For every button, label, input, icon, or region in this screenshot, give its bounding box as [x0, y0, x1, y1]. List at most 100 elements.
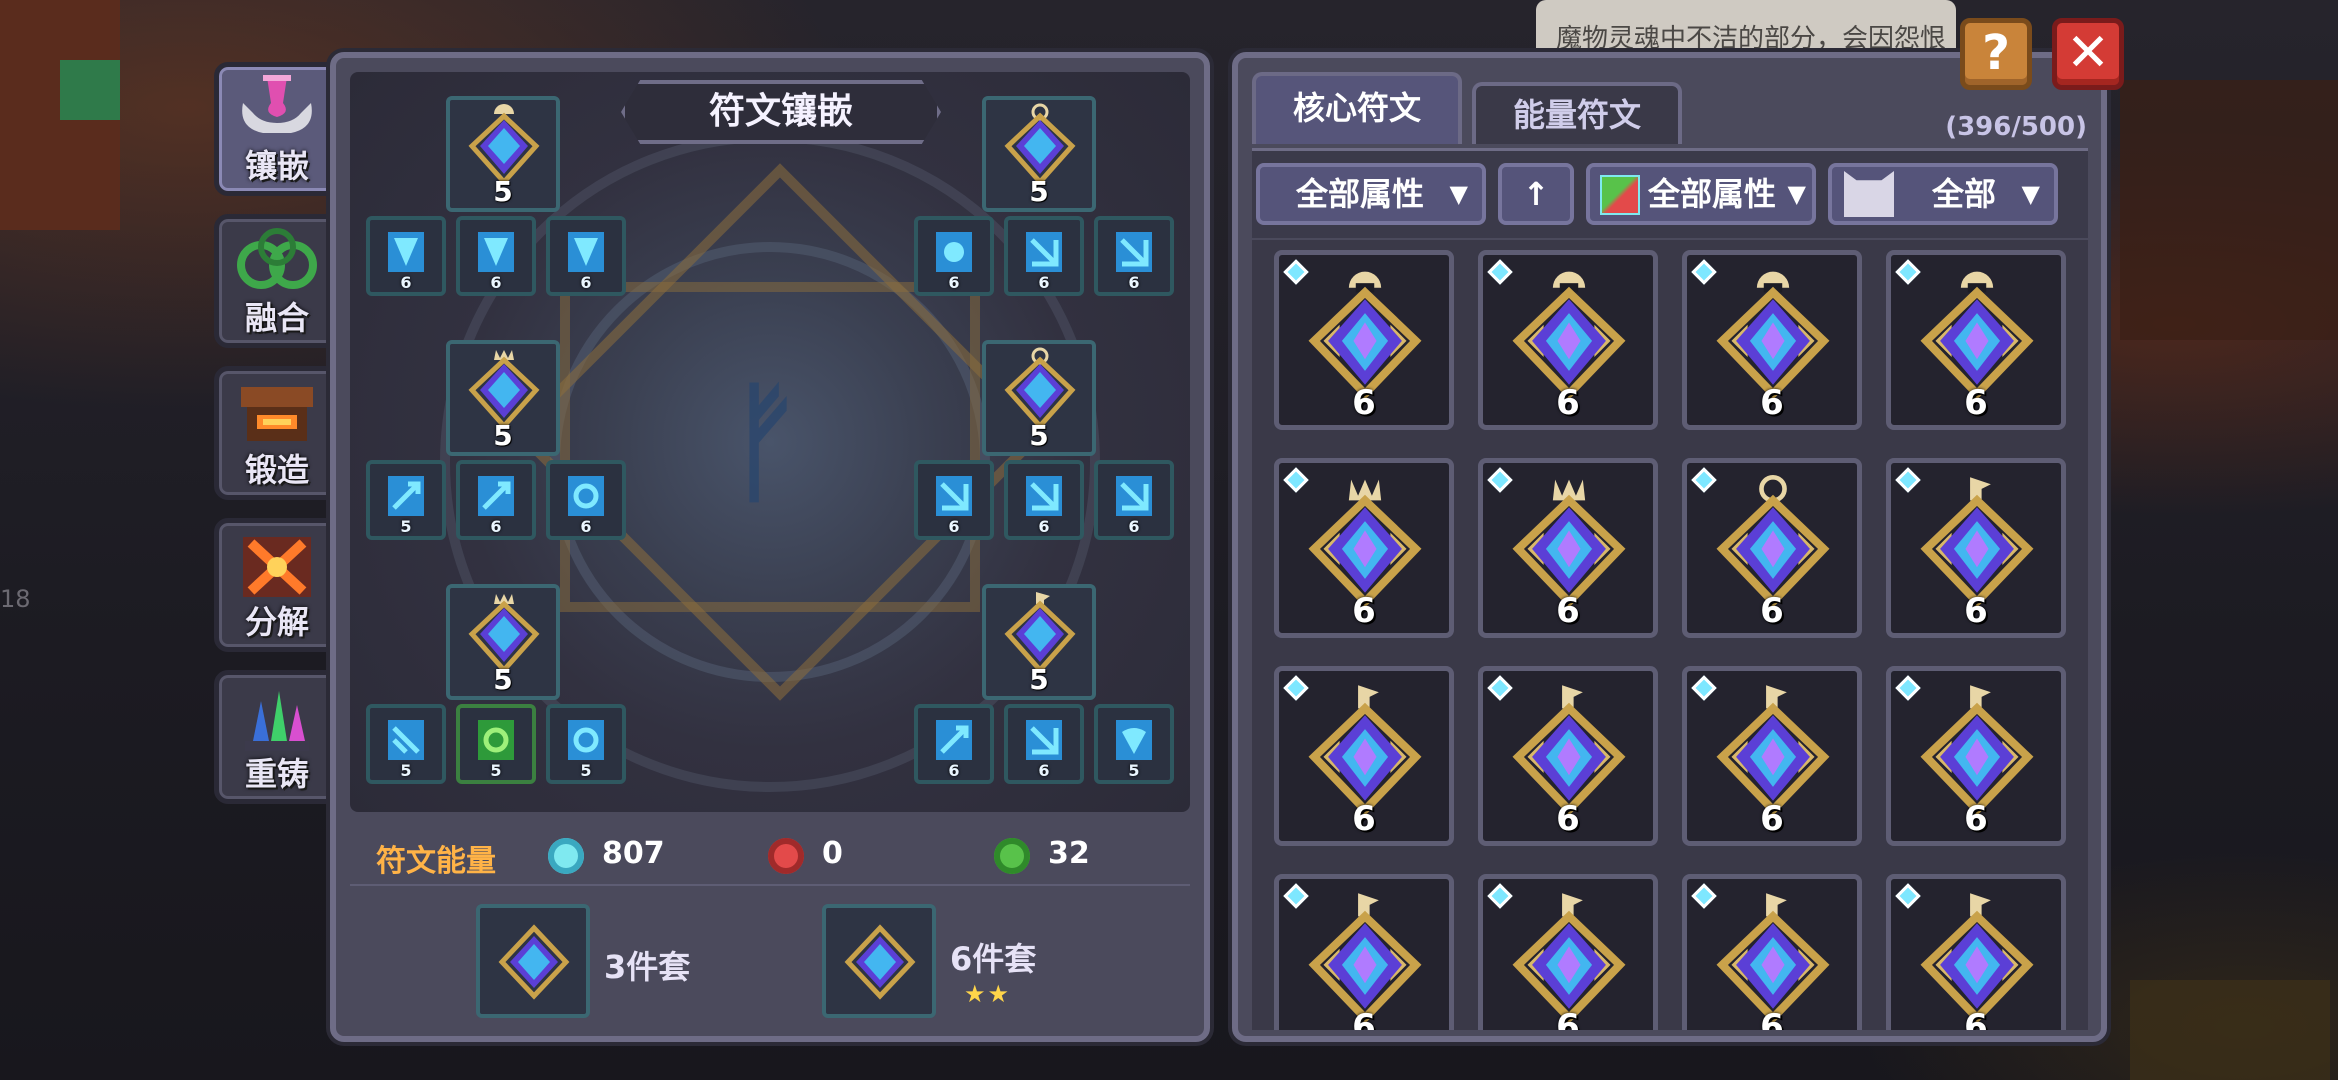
- set-bonus-stars: ★★: [964, 980, 1012, 1008]
- inventory-rune-cell[interactable]: 6: [1886, 874, 2066, 1030]
- green-energy-icon: [994, 838, 1030, 874]
- energy-rune-level: 6: [1038, 517, 1050, 536]
- energy-rune-level: 6: [400, 273, 412, 292]
- energy-rune-level: 5: [400, 517, 412, 536]
- sort-order-button[interactable]: ↑: [1498, 163, 1574, 225]
- energy-rune-slot[interactable]: 5: [456, 704, 536, 784]
- help-button[interactable]: ?: [1960, 18, 2032, 90]
- energy-rune-icon: [936, 232, 972, 272]
- background-prop: [2120, 80, 2338, 340]
- energy-rune-slot[interactable]: 6: [914, 216, 994, 296]
- inventory-count: (396/500): [1945, 112, 2087, 142]
- arrow-up-icon: ↑: [1522, 175, 1550, 213]
- inventory-rune-level: 6: [1352, 1007, 1376, 1030]
- type-filter-label: 全部: [1932, 175, 1997, 213]
- side-tab-fusion[interactable]: 融合: [214, 214, 340, 348]
- inventory-rune-level: 6: [1964, 591, 1988, 631]
- energy-rune-slot[interactable]: 6: [456, 460, 536, 540]
- filter-bar: 全部属性 ▼ ↑ 全部属性 ▼ 全部 ▼: [1252, 148, 2088, 238]
- core-rune-slot[interactable]: 5: [982, 584, 1096, 700]
- energy-rune-icon: [936, 476, 972, 516]
- energy-rune-icon: [568, 232, 604, 272]
- side-tab-forge[interactable]: 锻造: [214, 366, 340, 500]
- energy-rune-slot[interactable]: 6: [1094, 216, 1174, 296]
- inventory-rune-cell[interactable]: 6: [1478, 250, 1658, 430]
- energy-rune-slot[interactable]: 6: [1094, 460, 1174, 540]
- energy-rune-slot[interactable]: 6: [366, 216, 446, 296]
- energy-rune-level: 5: [1128, 761, 1140, 780]
- red-energy-icon: [768, 838, 804, 874]
- core-rune-slot[interactable]: 5: [982, 96, 1096, 212]
- chevron-down-icon: ▼: [1787, 180, 1806, 208]
- inventory-rune-cell[interactable]: 6: [1274, 458, 1454, 638]
- tab-core-runes[interactable]: 核心符文: [1252, 72, 1462, 144]
- energy-rune-slot[interactable]: 6: [1004, 216, 1084, 296]
- energy-rune-level: 5: [580, 761, 592, 780]
- energy-rune-icon: [1026, 720, 1062, 760]
- core-rune-level: 5: [1029, 419, 1049, 452]
- rune-inlay-panel: ᚠ 符文镶嵌 5 5 5 5 5 5 6 6 6 6 6 6 5 6 6 6 6…: [330, 52, 1210, 1042]
- inventory-rune-cell[interactable]: 6: [1886, 458, 2066, 638]
- inventory-rune-level: 6: [1964, 799, 1988, 839]
- set-bonus-3-slot[interactable]: [476, 904, 590, 1018]
- energy-rune-level: 6: [1128, 517, 1140, 536]
- core-rune-slot[interactable]: 5: [446, 96, 560, 212]
- side-tab-inlay[interactable]: 镶嵌: [214, 62, 340, 196]
- energy-rune-slot[interactable]: 5: [366, 460, 446, 540]
- side-tab-recast[interactable]: 重铸: [214, 670, 340, 804]
- core-rune-level: 5: [1029, 663, 1049, 696]
- energy-rune-slot[interactable]: 5: [1094, 704, 1174, 784]
- background-notice: 魔物灵魂中不洁的部分，会因怨恨: [1536, 0, 1956, 60]
- inventory-rune-level: 6: [1352, 591, 1376, 631]
- energy-rune-icon: [478, 232, 514, 272]
- inventory-rune-cell[interactable]: 6: [1682, 874, 1862, 1030]
- energy-rune-level: 6: [490, 273, 502, 292]
- inventory-rune-cell[interactable]: 6: [1886, 666, 2066, 846]
- background-prop: [2130, 980, 2330, 1080]
- energy-rune-slot[interactable]: 6: [914, 460, 994, 540]
- core-rune-slot[interactable]: 5: [982, 340, 1096, 456]
- inventory-rune-level: 6: [1556, 1007, 1580, 1030]
- energy-rune-slot[interactable]: 6: [1004, 704, 1084, 784]
- inventory-rune-cell[interactable]: 6: [1682, 666, 1862, 846]
- core-rune-slot[interactable]: 5: [446, 340, 560, 456]
- type-filter-dropdown[interactable]: 全部 ▼: [1828, 163, 2058, 225]
- core-rune-slot[interactable]: 5: [446, 584, 560, 700]
- side-tab-dismantle[interactable]: 分解: [214, 518, 340, 652]
- energy-rune-level: 6: [948, 761, 960, 780]
- inventory-rune-cell[interactable]: 6: [1478, 458, 1658, 638]
- rune-inventory-panel: 核心符文 能量符文 (396/500) 全部属性 ▼ ↑ 全部属性 ▼ 全部 ▼…: [1232, 52, 2107, 1042]
- attribute-filter-dropdown[interactable]: 全部属性 ▼: [1256, 163, 1486, 225]
- energy-rune-icon: [388, 476, 424, 516]
- color-attribute-filter-dropdown[interactable]: 全部属性 ▼: [1586, 163, 1816, 225]
- inventory-rune-cell[interactable]: 6: [1682, 458, 1862, 638]
- energy-rune-icon: [1116, 232, 1152, 272]
- energy-rune-slot[interactable]: 6: [914, 704, 994, 784]
- inventory-rune-level: 6: [1964, 1007, 1988, 1030]
- inventory-rune-cell[interactable]: 6: [1478, 874, 1658, 1030]
- energy-rune-slot[interactable]: 5: [546, 704, 626, 784]
- energy-rune-slot[interactable]: 6: [546, 460, 626, 540]
- background-number: 18: [0, 585, 31, 613]
- background-prop: [60, 60, 120, 120]
- energy-rune-level: 6: [1038, 273, 1050, 292]
- inventory-rune-level: 6: [1760, 799, 1784, 839]
- core-rune-level: 5: [1029, 175, 1049, 208]
- tab-energy-runes[interactable]: 能量符文: [1472, 82, 1682, 144]
- energy-rune-slot[interactable]: 6: [456, 216, 536, 296]
- inventory-rune-level: 6: [1760, 591, 1784, 631]
- inventory-rune-cell[interactable]: 6: [1478, 666, 1658, 846]
- inventory-rune-cell[interactable]: 6: [1682, 250, 1862, 430]
- inventory-rune-cell[interactable]: 6: [1274, 666, 1454, 846]
- inventory-rune-level: 6: [1352, 799, 1376, 839]
- inventory-rune-cell[interactable]: 6: [1274, 250, 1454, 430]
- inventory-rune-cell[interactable]: 6: [1886, 250, 2066, 430]
- energy-rune-level: 6: [1128, 273, 1140, 292]
- chevron-down-icon: ▼: [1449, 180, 1468, 208]
- close-button[interactable]: ✕: [2052, 18, 2124, 90]
- energy-rune-slot[interactable]: 6: [546, 216, 626, 296]
- energy-rune-slot[interactable]: 5: [366, 704, 446, 784]
- set-bonus-6-slot[interactable]: [822, 904, 936, 1018]
- inventory-rune-cell[interactable]: 6: [1274, 874, 1454, 1030]
- energy-rune-slot[interactable]: 6: [1004, 460, 1084, 540]
